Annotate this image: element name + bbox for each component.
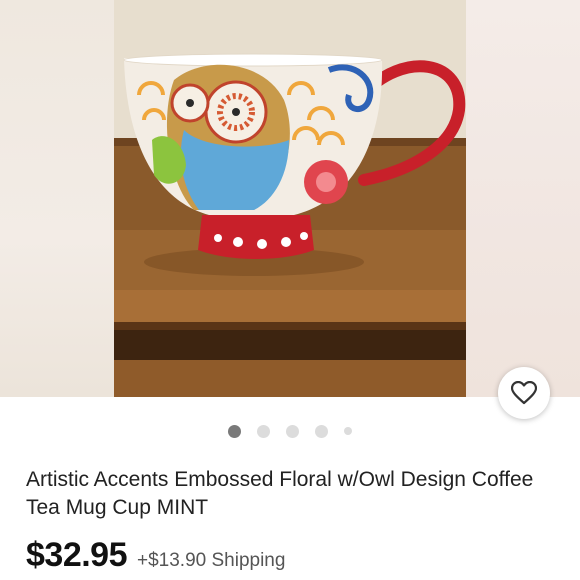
gallery-pagination [0,422,580,440]
listing-title: Artistic Accents Embossed Floral w/Owl D… [26,468,534,519]
gallery-dot-5[interactable] [344,427,352,435]
image-gallery[interactable] [0,0,580,397]
listing-price: $32.95 [26,536,128,574]
product-photo[interactable] [114,0,466,397]
gallery-dot-4[interactable] [315,424,328,438]
gallery-dot-1[interactable] [228,424,241,438]
price-row: $32.95 +$13.90 Shipping [26,536,285,575]
shipping-cost: +$13.90 Shipping [137,550,286,571]
gallery-dot-2[interactable] [257,424,270,438]
gallery-blur-right [466,0,580,397]
gallery-blur-left [0,0,114,397]
favorite-button[interactable] [498,367,550,419]
mug-illustration [114,0,466,397]
heart-outline-icon [511,381,537,405]
gallery-dot-3[interactable] [286,424,299,438]
